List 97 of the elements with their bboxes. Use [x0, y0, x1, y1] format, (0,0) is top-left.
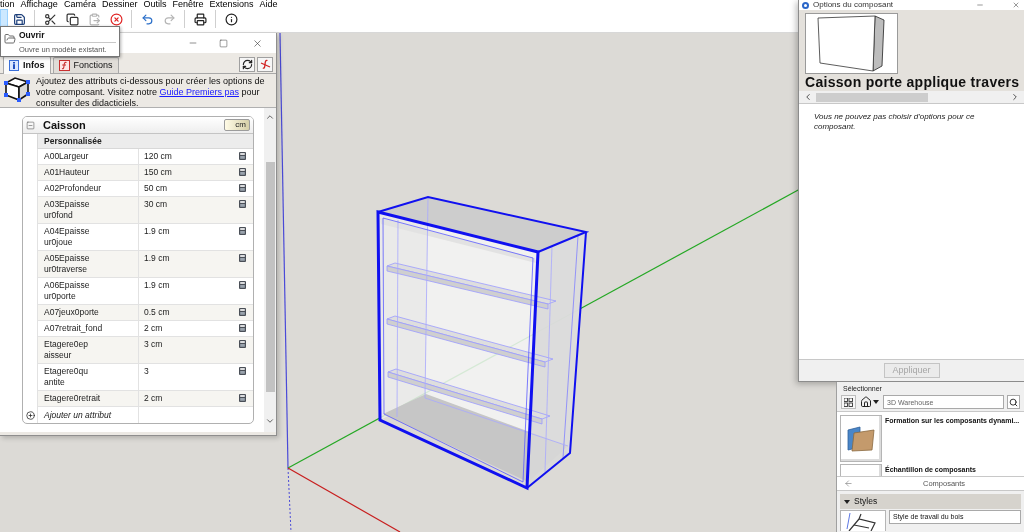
add-icon[interactable]	[25, 410, 35, 420]
menu-item[interactable]: Fenêtre	[172, 0, 204, 9]
info-icon	[224, 12, 238, 26]
folder-open-icon	[4, 33, 16, 45]
component-thumbnail[interactable]	[840, 415, 882, 462]
horizontal-scrollbar[interactable]	[799, 91, 1024, 103]
calculator-icon[interactable]	[239, 367, 246, 375]
attribute-name: Etagere0quantite	[44, 366, 88, 388]
calculator-icon[interactable]	[239, 281, 246, 289]
calculator-icon[interactable]	[239, 200, 246, 208]
no-options-message: Vous ne pouvez pas choisir d'options pour ce composant.	[814, 112, 976, 132]
view-options-button[interactable]	[841, 395, 856, 409]
collapse-icon[interactable]	[25, 120, 35, 130]
attribute-value[interactable]: 2 cm	[144, 393, 163, 404]
undo-arrow-icon	[140, 12, 154, 26]
arrow-left-icon	[843, 479, 853, 488]
attribute-name: A05Epaisseur0traverse	[44, 253, 90, 275]
attribute-value[interactable]: 2 cm	[144, 323, 163, 334]
add-attribute-button[interactable]: Ajouter un attribut	[44, 409, 112, 421]
vertical-scrollbar[interactable]	[264, 108, 276, 432]
attribute-name: A07jeux0porte	[44, 307, 99, 318]
home-icon	[860, 396, 872, 408]
menu-item[interactable]: tion	[0, 0, 15, 9]
chevron-left-icon[interactable]	[803, 92, 813, 102]
component-icon	[3, 76, 31, 102]
folder-icon	[847, 425, 875, 452]
printer-icon	[193, 12, 207, 26]
calculator-icon[interactable]	[239, 184, 246, 192]
attribute-name: A03Epaisseur0fond	[44, 199, 90, 221]
styles-header[interactable]: Styles	[840, 494, 1021, 509]
attribute-value[interactable]: 3 cm	[144, 339, 163, 350]
circle-x-icon	[109, 12, 123, 26]
tooltip-title: Ouvrir	[19, 30, 45, 40]
menu-item[interactable]: Dessiner	[101, 0, 138, 9]
menu-item[interactable]: Affichage	[20, 0, 58, 9]
attribute-value[interactable]: 0.5 cm	[144, 307, 170, 318]
caret-down-icon	[873, 400, 879, 404]
copy-icon	[65, 12, 79, 26]
menu-item[interactable]: Aide	[259, 0, 278, 9]
function-off-icon	[259, 58, 271, 70]
attribute-value[interactable]: 1.9 cm	[144, 280, 170, 291]
calculator-icon[interactable]	[239, 152, 246, 160]
clipboard-icon	[87, 12, 101, 26]
menu-item[interactable]: Extensions	[209, 0, 254, 9]
redo-arrow-icon	[162, 12, 176, 26]
window-title: Options du composant	[813, 0, 894, 10]
formula-toggle-button[interactable]	[257, 56, 273, 72]
guide-link[interactable]: Guide Premiers pas	[159, 87, 239, 97]
component-title: Caisson porte applique travers	[805, 74, 1020, 91]
refresh-icon	[241, 58, 253, 70]
scissors-icon	[43, 12, 57, 26]
calculator-icon[interactable]	[239, 254, 246, 262]
calculator-icon[interactable]	[239, 340, 246, 348]
close-icon[interactable]	[1012, 1, 1020, 9]
menu-item[interactable]: Outils	[143, 0, 167, 9]
attribute-value[interactable]: 50 cm	[144, 183, 168, 194]
scrollbar-thumb[interactable]	[265, 162, 275, 392]
chevron-right-icon[interactable]	[1010, 92, 1020, 102]
cabinet-drawing	[817, 15, 885, 72]
scrollbar-thumb[interactable]	[816, 92, 928, 102]
chevron-up-icon[interactable]	[265, 112, 275, 122]
attribute-name: Etagere0retrait	[44, 393, 101, 404]
attribute-name: A00Largeur	[44, 151, 89, 162]
style-thumbnail[interactable]	[840, 510, 886, 531]
close-icon[interactable]	[252, 37, 263, 49]
attribute-value[interactable]: 150 cm	[144, 167, 172, 178]
calculator-icon[interactable]	[239, 168, 246, 176]
calculator-icon[interactable]	[239, 324, 246, 332]
attribute-value[interactable]: 30 cm	[144, 199, 168, 210]
attribute-name: A02Profondeur	[44, 183, 102, 194]
calculator-icon[interactable]	[239, 394, 246, 402]
unit-button[interactable]: cm	[224, 119, 250, 131]
group-label: Personnalisée	[44, 135, 102, 147]
menu-item[interactable]: Caméra	[63, 0, 96, 9]
attribute-name: A04Epaisseur0joue	[44, 226, 90, 248]
attribute-name: A06Epaisseur0porte	[44, 280, 90, 302]
component-name: Caisson	[43, 118, 86, 132]
home-button[interactable]	[859, 395, 880, 409]
attribute-name: Etagere0epaisseur	[44, 339, 88, 361]
search-icon	[1009, 397, 1018, 407]
info-icon	[9, 60, 19, 71]
grid-view-icon	[844, 397, 853, 407]
tab[interactable]: Fonctions	[52, 57, 119, 73]
attribute-name: A01Hauteur	[44, 167, 90, 178]
info-text: Ajoutez des attributs ci-dessous pour créer les options de votre composant. Visitez notre Guide Premiers pas pour consulter des didacticiels.	[36, 76, 266, 109]
search-button[interactable]	[1007, 395, 1020, 409]
attribute-value[interactable]: 120 cm	[144, 151, 172, 162]
component-thumbnail[interactable]	[805, 13, 898, 74]
calculator-icon[interactable]	[239, 308, 246, 316]
attribute-value[interactable]: 3	[144, 366, 149, 377]
attribute-value[interactable]: 1.9 cm	[144, 253, 170, 264]
refresh-button[interactable]	[239, 56, 255, 72]
calculator-icon[interactable]	[239, 227, 246, 235]
chevron-down-icon[interactable]	[265, 416, 275, 426]
attribute-name: A07retrait_fond	[44, 323, 103, 334]
function-icon	[58, 60, 70, 71]
attribute-value[interactable]: 1.9 cm	[144, 226, 170, 237]
